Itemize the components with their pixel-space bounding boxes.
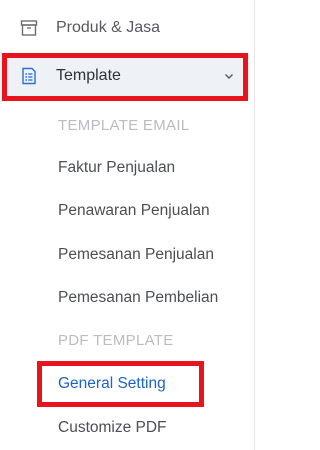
submenu-item-general-setting[interactable]: General Setting [58,375,166,393]
section-heading-template-email: TEMPLATE EMAIL [58,117,190,134]
section-heading-pdf-template: PDF TEMPLATE [58,332,174,349]
document-list-icon [20,67,38,85]
sidebar-item-label: Produk & Jasa [56,19,161,36]
sidebar-item-label: Template [56,67,121,84]
sidebar-divider [254,0,255,450]
chevron-down-icon[interactable] [224,71,234,81]
submenu-item-customize-pdf[interactable]: Customize PDF [58,419,167,437]
submenu-item-faktur-penjualan[interactable]: Faktur Penjualan [58,159,175,177]
submenu-item-pemesanan-pembelian[interactable]: Pemesanan Pembelian [58,289,218,307]
sidebar: Produk & Jasa Template TEMPLATE EMAIL Fa… [0,0,250,450]
submenu-item-penawaran-penjualan[interactable]: Penawaran Penjualan [58,202,210,220]
sidebar-item-template[interactable]: Template [0,54,250,98]
box-icon [20,19,38,37]
sidebar-item-produk-jasa[interactable]: Produk & Jasa [0,10,250,46]
submenu-item-pemesanan-penjualan[interactable]: Pemesanan Penjualan [58,246,214,264]
